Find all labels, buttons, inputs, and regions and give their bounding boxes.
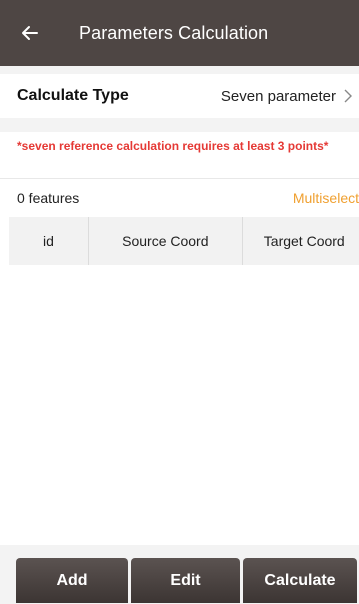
back-button[interactable] [0, 0, 60, 66]
section-gap [0, 118, 359, 132]
arrow-left-icon [22, 26, 38, 40]
page-title: Parameters Calculation [79, 22, 269, 43]
column-header-source-coord: Source Coord [89, 217, 243, 265]
action-bar: Add Edit Calculate [0, 545, 359, 604]
chevron-right-icon [344, 89, 352, 103]
app-header: Parameters Calculation [0, 0, 359, 66]
add-button[interactable]: Add [16, 558, 128, 603]
multiselect-button[interactable]: Multiselect [293, 190, 359, 206]
column-header-target-coord: Target Coord [263, 233, 345, 249]
features-count: 0 features [17, 190, 80, 206]
edit-button[interactable]: Edit [131, 558, 240, 603]
features-row: 0 features Multiselect [0, 183, 359, 213]
divider [0, 178, 359, 179]
calculate-type-value: Seven parameter [220, 87, 336, 105]
column-header-id: id [9, 217, 89, 265]
table-body[interactable] [0, 265, 359, 545]
calculate-button[interactable]: Calculate [243, 558, 357, 603]
warning-text: *seven reference calculation requires at… [17, 139, 329, 153]
section-gap [0, 66, 359, 74]
table-header: id Source Coord Target Coord [9, 217, 359, 265]
calculate-type-label: Calculate Type [17, 87, 129, 104]
calculate-type-row[interactable]: Calculate Type Seven parameter [0, 74, 359, 118]
